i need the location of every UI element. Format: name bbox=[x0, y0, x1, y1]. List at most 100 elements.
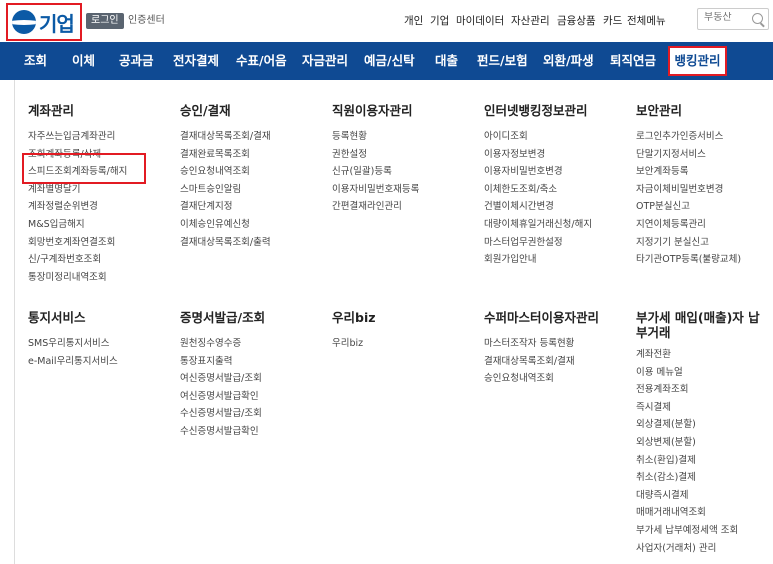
menu-section-ibanking-info: 인터넷뱅킹정보관리 아이디조회 이용자정보변경 이용자비밀번호변경 이체한도조회… bbox=[484, 103, 592, 269]
menu-link[interactable]: 대량이체휴일거래신청/해지 bbox=[484, 216, 592, 234]
util-link-asset[interactable]: 자산관리 bbox=[511, 13, 550, 29]
menu-link[interactable]: 여신증명서발급확인 bbox=[180, 388, 265, 406]
menu-link[interactable]: 이용자정보변경 bbox=[484, 146, 592, 164]
menu-link[interactable]: SMS우리통지서비스 bbox=[28, 335, 118, 353]
menu-link[interactable]: 이체승인유예신청 bbox=[180, 216, 271, 234]
menu-link[interactable]: 등록현황 bbox=[332, 128, 419, 146]
menu-link[interactable]: 결재대상목록조회/결재 bbox=[180, 128, 271, 146]
nav-item-loan[interactable]: 대출 bbox=[435, 42, 458, 80]
logo-mark-icon bbox=[12, 10, 36, 34]
menu-link[interactable]: e-Mail우리통지서비스 bbox=[28, 353, 118, 371]
menu-link[interactable]: 신/구계좌번호조회 bbox=[28, 251, 127, 269]
menu-link[interactable]: 지연이체등록관리 bbox=[636, 216, 741, 234]
menu-link[interactable]: 건별이체시간변경 bbox=[484, 198, 592, 216]
nav-item-fund-mgmt[interactable]: 자금관리 bbox=[302, 42, 348, 80]
menu-link[interactable]: 보안계좌등록 bbox=[636, 163, 741, 181]
logo-text: 기업 bbox=[39, 11, 75, 36]
menu-link[interactable]: 로그인추가인증서비스 bbox=[636, 128, 741, 146]
menu-link[interactable]: 자금이체비밀번호변경 bbox=[636, 181, 741, 199]
menu-link[interactable]: 권한설정 bbox=[332, 146, 419, 164]
section-title: 인터넷뱅킹정보관리 bbox=[484, 103, 588, 118]
menu-link[interactable]: OTP분실신고 bbox=[636, 198, 741, 216]
menu-link[interactable]: 승인요청내역조회 bbox=[484, 370, 599, 388]
menu-link[interactable]: 우리biz bbox=[332, 335, 376, 353]
nav-item-forex[interactable]: 외환/파생 bbox=[543, 42, 594, 80]
menu-link[interactable]: 이용자비밀번호변경 bbox=[484, 163, 592, 181]
nav-item-banking-mgmt[interactable]: 뱅킹관리 bbox=[668, 46, 727, 76]
section-title: 우리biz bbox=[332, 310, 376, 325]
menu-link[interactable]: 스마트승인알림 bbox=[180, 181, 271, 199]
menu-link[interactable]: 이용 메뉴얼 bbox=[636, 364, 766, 382]
menu-section-staff-user: 직원이용자관리 등록현황 권한설정 신규(일괄)등록 이용자비밀번호재등록 간편… bbox=[332, 103, 419, 216]
cert-center-link[interactable]: 인증센터 bbox=[128, 13, 165, 29]
section-title: 수퍼마스터이용자관리 bbox=[484, 310, 600, 325]
menu-link[interactable]: 외상변제(분할) bbox=[636, 434, 766, 452]
util-link-corporate[interactable]: 기업 bbox=[430, 13, 449, 29]
menu-link[interactable]: 계좌정렬순위변경 bbox=[28, 198, 127, 216]
menu-link[interactable]: 자주쓰는입금계좌관리 bbox=[28, 128, 127, 146]
section-title: 계좌관리 bbox=[28, 103, 75, 118]
menu-link[interactable]: 매매거래내역조회 bbox=[636, 504, 766, 522]
nav-item-check[interactable]: 수표/어음 bbox=[236, 42, 287, 80]
menu-link[interactable]: 취소(환입)결제 bbox=[636, 452, 766, 470]
menu-link[interactable]: 결재완료목록조회 bbox=[180, 146, 271, 164]
menu-link[interactable]: 신규(일괄)등록 bbox=[332, 163, 419, 181]
menu-link[interactable]: 결재대상목록조회/출력 bbox=[180, 234, 271, 252]
nav-item-pension[interactable]: 퇴직연금 bbox=[610, 42, 656, 80]
nav-item-epayment[interactable]: 전자결제 bbox=[173, 42, 219, 80]
login-button[interactable]: 로그인 bbox=[86, 13, 124, 29]
menu-link[interactable]: 전용계좌조회 bbox=[636, 381, 766, 399]
util-link-personal[interactable]: 개인 bbox=[404, 13, 423, 29]
menu-link[interactable]: 아이디조회 bbox=[484, 128, 592, 146]
menu-link[interactable]: 외상결제(분할) bbox=[636, 416, 766, 434]
section-title: 통지서비스 bbox=[28, 310, 86, 325]
menu-link[interactable]: 통장표지출력 bbox=[180, 353, 265, 371]
menu-link[interactable]: 사업자(거래처) 관리 bbox=[636, 540, 766, 558]
logo[interactable]: 기업 bbox=[6, 3, 82, 41]
menu-link[interactable]: 통장미정리내역조회 bbox=[28, 269, 127, 287]
section-title: 승인/결재 bbox=[180, 103, 231, 118]
nav-item-deposit[interactable]: 예금/신탁 bbox=[364, 42, 415, 80]
section-title: 직원이용자관리 bbox=[332, 103, 413, 118]
menu-link[interactable]: 원천징수영수증 bbox=[180, 335, 265, 353]
menu-link[interactable]: 결재단계지정 bbox=[180, 198, 271, 216]
util-link-mydata[interactable]: 마이데이터 bbox=[456, 13, 504, 29]
util-link-products[interactable]: 금융상품 bbox=[557, 13, 596, 29]
menu-link[interactable]: 승인요청내역조회 bbox=[180, 163, 271, 181]
menu-link[interactable]: 계좌전환 bbox=[636, 346, 766, 364]
main-nav: 조회 이체 공과금 전자결제 수표/어음 자금관리 예금/신탁 대출 펀드/보험… bbox=[0, 42, 773, 112]
search-input[interactable] bbox=[704, 12, 752, 23]
menu-link[interactable]: 결재대상목록조회/결재 bbox=[484, 353, 599, 371]
menu-section-account: 계좌관리 자주쓰는입금계좌관리 조회계좌등록/삭제 스피드조회계좌등록/해지 계… bbox=[28, 103, 127, 286]
menu-link[interactable]: 대량즉시결제 bbox=[636, 487, 766, 505]
menu-section-certificate: 증명서발급/조회 원천징수영수증 통장표지출력 여신증명서발급/조회 여신증명서… bbox=[180, 310, 265, 441]
menu-link[interactable]: 마스터조작자 등록현황 bbox=[484, 335, 599, 353]
search-box[interactable] bbox=[697, 8, 769, 30]
menu-link[interactable]: 간편결재라인관리 bbox=[332, 198, 419, 216]
menu-link[interactable]: M&S입금해지 bbox=[28, 216, 127, 234]
menu-link[interactable]: 타기관OTP등록(불량교체) bbox=[636, 251, 741, 269]
menu-link[interactable]: 여신증명서발급/조회 bbox=[180, 370, 265, 388]
menu-link[interactable]: 수신증명서발급/조회 bbox=[180, 405, 265, 423]
menu-link[interactable]: 단말기지정서비스 bbox=[636, 146, 741, 164]
menu-link[interactable]: 지정기기 분실신고 bbox=[636, 234, 741, 252]
menu-section-approval: 승인/결재 결재대상목록조회/결재 결재완료목록조회 승인요청내역조회 스마트승… bbox=[180, 103, 271, 251]
menu-link[interactable]: 회망번호계좌연결조회 bbox=[28, 234, 127, 252]
util-link-allmenu[interactable]: 전체메뉴 bbox=[627, 13, 666, 29]
menu-link[interactable]: 즉시결제 bbox=[636, 399, 766, 417]
menu-link[interactable]: 부가세 납부예정세액 조회 bbox=[636, 522, 766, 540]
menu-link[interactable]: 이체한도조회/축소 bbox=[484, 181, 592, 199]
nav-item-transfer[interactable]: 이체 bbox=[72, 42, 95, 80]
menu-link[interactable]: 회원가입안내 bbox=[484, 251, 592, 269]
nav-item-inquiry[interactable]: 조회 bbox=[24, 42, 47, 80]
search-icon[interactable] bbox=[752, 13, 763, 24]
menu-section-wooribiz: 우리biz 우리biz bbox=[332, 310, 376, 353]
util-link-card[interactable]: 카드 bbox=[603, 13, 622, 29]
nav-item-fund-insurance[interactable]: 펀드/보험 bbox=[477, 42, 528, 80]
menu-link[interactable]: 이용자비밀번호재등록 bbox=[332, 181, 419, 199]
nav-item-utility[interactable]: 공과금 bbox=[119, 42, 154, 80]
menu-link[interactable]: 마스터업무권한설정 bbox=[484, 234, 592, 252]
section-title: 부가세 매입(매출)자 납부거래 bbox=[636, 310, 760, 340]
menu-link[interactable]: 수신증명서발급확인 bbox=[180, 423, 265, 441]
menu-link[interactable]: 취소(감소)결제 bbox=[636, 469, 766, 487]
